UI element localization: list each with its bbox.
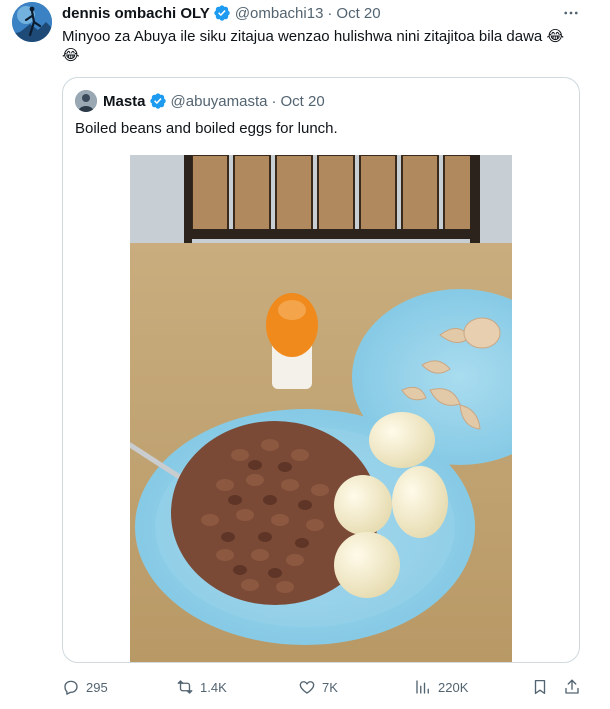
ellipsis-icon bbox=[564, 11, 578, 15]
separator-dot: · bbox=[271, 92, 277, 110]
laughing-emoji: 😂 bbox=[546, 28, 564, 45]
quoted-tweet-photo[interactable] bbox=[130, 155, 512, 662]
quoted-avatar-image bbox=[75, 90, 97, 112]
bookmark-button[interactable] bbox=[531, 676, 549, 698]
retweet-count: 1.4K bbox=[200, 679, 227, 695]
tweet-date[interactable]: Oct 20 bbox=[336, 5, 380, 22]
quoted-tweet-text: Boiled beans and boiled eggs for lunch. bbox=[75, 120, 338, 137]
tweet-header: dennis ombachi OLY @ombachi13 · Oct 20 bbox=[62, 4, 381, 22]
quoted-tweet-header: Masta @abuyamasta · Oct 20 bbox=[75, 90, 325, 112]
bookmark-icon bbox=[534, 679, 546, 695]
reply-button[interactable]: 295 bbox=[62, 676, 108, 698]
verified-badge-icon bbox=[149, 93, 166, 109]
tweet-text-body: Minyoo za Abuya ile siku zitajua wenzao … bbox=[62, 28, 543, 45]
share-button[interactable] bbox=[563, 676, 581, 698]
food-photo-image bbox=[130, 155, 512, 662]
heart-icon bbox=[299, 681, 315, 694]
quoted-tweet[interactable]: Masta @abuyamasta · Oct 20 Boiled beans … bbox=[62, 77, 580, 663]
like-count: 7K bbox=[322, 679, 338, 695]
quoted-author-handle: @abuyamasta bbox=[170, 92, 268, 110]
quoted-avatar bbox=[75, 90, 97, 112]
reply-count: 295 bbox=[86, 679, 108, 695]
author-handle[interactable]: @ombachi13 bbox=[235, 5, 324, 22]
laughing-emoji: 😂 bbox=[62, 47, 80, 64]
tweet[interactable]: dennis ombachi OLY @ombachi13 · Oct 20 M… bbox=[0, 0, 610, 709]
more-options-button[interactable] bbox=[560, 2, 582, 24]
share-icon bbox=[565, 679, 579, 694]
quoted-author-name[interactable]: Masta bbox=[103, 93, 146, 110]
author-name[interactable]: dennis ombachi OLY bbox=[62, 5, 210, 22]
like-button[interactable]: 7K bbox=[298, 676, 338, 698]
views-count: 220K bbox=[438, 679, 469, 695]
avatar[interactable] bbox=[12, 2, 52, 42]
tweet-actions: 295 1.4K 7K 220K bbox=[0, 676, 610, 700]
views-button[interactable]: 220K bbox=[414, 676, 468, 698]
retweet-icon bbox=[177, 680, 193, 694]
tweet-text: Minyoo za Abuya ile siku zitajua wenzao … bbox=[62, 27, 592, 65]
quoted-tweet-date: Oct 20 bbox=[280, 92, 325, 110]
retweet-button[interactable]: 1.4K bbox=[176, 676, 227, 698]
avatar-image bbox=[12, 2, 52, 42]
verified-badge-icon bbox=[214, 5, 230, 21]
separator-dot: · bbox=[327, 4, 333, 22]
reply-icon bbox=[64, 680, 78, 695]
views-icon bbox=[416, 680, 429, 694]
